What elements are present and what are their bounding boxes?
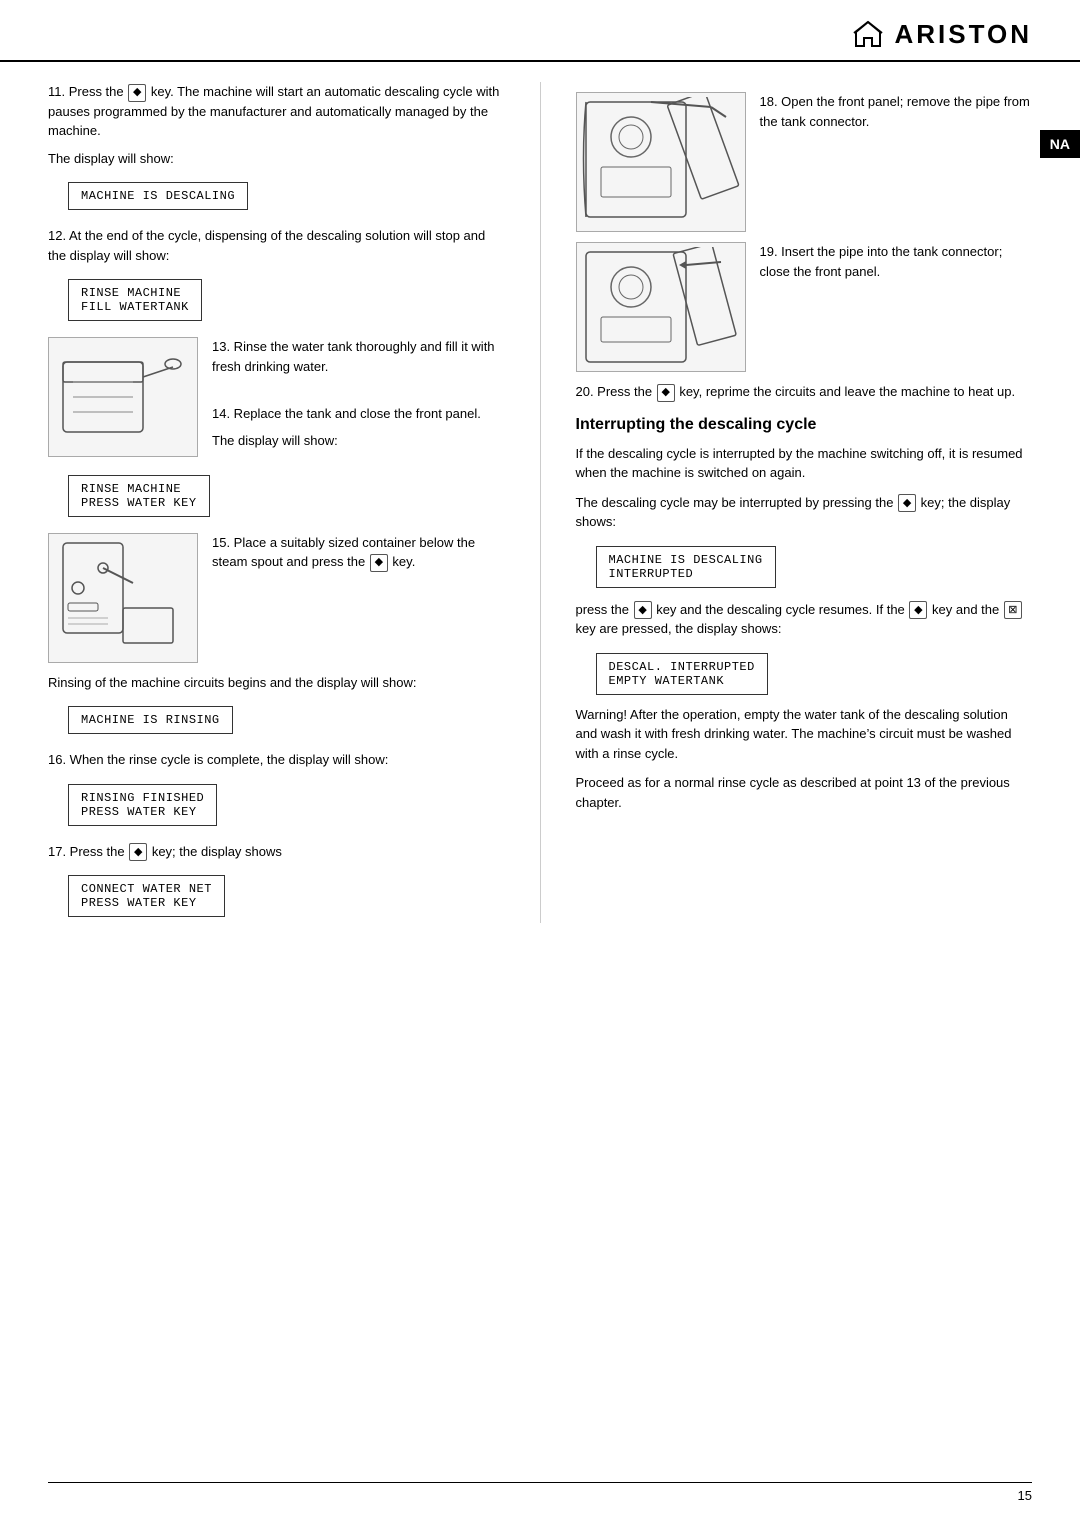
key-sym-3: ◆: [129, 843, 147, 861]
open-panel-image: [576, 92, 746, 232]
step13-14-text: 13. Rinse the water tank thoroughly and …: [212, 337, 505, 459]
tank-image: [48, 337, 198, 457]
na-badge: NA: [1040, 130, 1080, 158]
figure-insert-pipe: 19. Insert the pipe into the tank connec…: [576, 242, 1033, 372]
page-number: 15: [1018, 1488, 1032, 1503]
step16-text: 16. When the rinse cycle is complete, th…: [48, 750, 505, 770]
warning-text: Warning! After the operation, empty the …: [576, 705, 1033, 764]
ariston-logo-icon: [852, 18, 884, 50]
step19-text: 19. Insert the pipe into the tank connec…: [760, 242, 1033, 289]
step18-text: 18. Open the front panel; remove the pip…: [760, 92, 1033, 139]
column-divider: [540, 82, 541, 923]
display-rinse-fill: RINSE MACHINE FILL WATERTANK: [68, 279, 202, 321]
page-header: ARISTON: [0, 0, 1080, 62]
key-symbol-1: ◆: [128, 84, 146, 102]
key-sym-2: ◆: [370, 554, 388, 572]
insert-pipe-svg: [581, 247, 741, 367]
open-panel-svg: [581, 97, 741, 227]
step11-text: 11. Press the ◆ key. The machine will st…: [48, 82, 505, 141]
insert-pipe-image: [576, 242, 746, 372]
display-machine-is-descaling: MACHINE IS DESCALING: [68, 182, 248, 210]
proceed-text: Proceed as for a normal rinse cycle as d…: [576, 773, 1033, 812]
display-machine-rinsing: MACHINE IS RINSING: [68, 706, 233, 734]
interrupt-p3: press the ◆ key and the descaling cycle …: [576, 600, 1033, 639]
key-sym-8: ⊠: [1004, 601, 1022, 619]
display-rinse-press: RINSE MACHINE PRESS WATER KEY: [68, 475, 210, 517]
figure-steam: 15. Place a suitably sized container bel…: [48, 533, 505, 663]
left-column: 11. Press the ◆ key. The machine will st…: [48, 82, 505, 923]
ariston-logo: ARISTON: [852, 18, 1032, 50]
steam-svg: [53, 538, 193, 658]
step17-text: 17. Press the ◆ key; the display shows: [48, 842, 505, 862]
step15-text: 15. Place a suitably sized container bel…: [212, 533, 505, 663]
interrupting-section-title: Interrupting the descaling cycle: [576, 416, 1033, 434]
key-sym-5: ◆: [898, 494, 916, 512]
figure-open-panel: 18. Open the front panel; remove the pip…: [576, 92, 1033, 232]
logo-text: ARISTON: [894, 19, 1032, 50]
right-column: 18. Open the front panel; remove the pip…: [576, 82, 1033, 923]
rinsing-label: Rinsing of the machine circuits begins a…: [48, 673, 505, 693]
figure-tank: 13. Rinse the water tank thoroughly and …: [48, 337, 505, 459]
step20-text: 20. Press the ◆ key, reprime the circuit…: [576, 382, 1033, 402]
interrupt-p2: The descaling cycle may be interrupted b…: [576, 493, 1033, 532]
display-connect-water: CONNECT WATER NET PRESS WATER KEY: [68, 875, 225, 917]
key-sym-7: ◆: [909, 601, 927, 619]
main-content: 11. Press the ◆ key. The machine will st…: [0, 62, 1080, 983]
tank-svg: [53, 342, 193, 452]
step12-text: 12. At the end of the cycle, dispensing …: [48, 226, 505, 265]
key-sym-4: ◆: [657, 384, 675, 402]
footer-line: [48, 1482, 1032, 1483]
display-show-label-1: The display will show:: [48, 149, 505, 169]
display-empty-watertank: DESCAL. INTERRUPTED EMPTY WATERTANK: [596, 653, 768, 695]
interrupt-p1: If the descaling cycle is interrupted by…: [576, 444, 1033, 483]
display-rinsing-finished: RINSING FINISHED PRESS WATER KEY: [68, 784, 217, 826]
display-interrupted: MACHINE IS DESCALING INTERRUPTED: [596, 546, 776, 588]
steam-image: [48, 533, 198, 663]
key-sym-6: ◆: [634, 601, 652, 619]
